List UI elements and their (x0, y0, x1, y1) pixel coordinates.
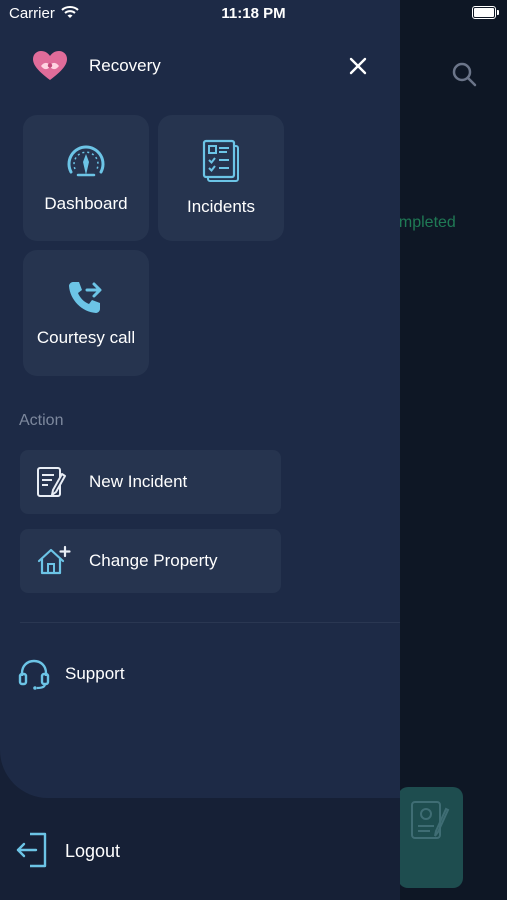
support-menu-item[interactable]: Support (18, 655, 218, 695)
tile-courtesy-call[interactable]: Courtesy call (23, 250, 149, 376)
new-incident-label: New Incident (89, 472, 188, 491)
tile-courtesy-call-label: Courtesy call (36, 328, 136, 347)
tile-incidents[interactable]: Incidents (158, 115, 284, 241)
headset-icon (18, 659, 50, 690)
divider (20, 622, 400, 623)
change-property-icon (37, 545, 71, 575)
tile-dashboard-label: Dashboard (44, 194, 128, 213)
app-name: Recovery (89, 56, 161, 75)
search-icon[interactable] (451, 61, 477, 87)
logout-menu-item[interactable]: Logout (16, 830, 216, 872)
recovery-heart-logo-icon (33, 51, 67, 80)
change-property-button[interactable]: Change Property (20, 529, 281, 593)
support-label: Support (65, 664, 125, 683)
incident-list-icon (202, 139, 239, 182)
status-bar: Carrier 11:18 PM (0, 0, 507, 28)
logout-label: Logout (65, 841, 121, 861)
new-incident-button[interactable]: New Incident (20, 450, 281, 514)
battery-icon (472, 6, 499, 19)
action-section-label: Action (19, 412, 64, 429)
logout-icon (16, 832, 47, 868)
tile-dashboard[interactable]: Dashboard (23, 115, 149, 241)
gauge-icon (67, 145, 105, 177)
phone-forward-icon (69, 282, 102, 313)
status-time: 11:18 PM (221, 5, 286, 22)
navigation-drawer: Recovery Dashboard Incidents Courtesy ca… (0, 0, 400, 900)
change-property-label: Change Property (89, 551, 218, 570)
new-incident-icon (37, 467, 66, 497)
close-drawer-button[interactable] (344, 52, 372, 80)
tile-incidents-label: Incidents (186, 197, 256, 216)
document-edit-icon (411, 801, 450, 839)
close-icon (349, 57, 367, 75)
